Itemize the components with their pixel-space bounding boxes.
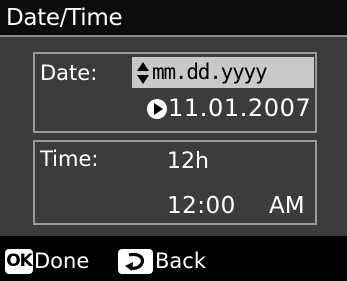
- date-label: Date:: [40, 61, 98, 85]
- ampm-value[interactable]: AM: [269, 193, 305, 219]
- lcd-screen: Date/Time Date: mm.dd.yyyy 11.01.2007 Ti…: [0, 0, 347, 281]
- time-label: Time:: [40, 147, 99, 171]
- done-label: Done: [34, 249, 90, 273]
- back-label: Back: [155, 249, 206, 273]
- date-value[interactable]: 11.01.2007: [168, 93, 311, 123]
- title-bar: Date/Time: [0, 0, 347, 37]
- ok-key-icon[interactable]: OK: [5, 249, 33, 274]
- time-value[interactable]: 12:00: [167, 193, 236, 219]
- play-right-icon: [147, 99, 167, 119]
- up-down-arrow-icon: [137, 62, 149, 84]
- page-title: Date/Time: [6, 5, 123, 31]
- back-return-icon[interactable]: [118, 249, 153, 274]
- time-mode-value[interactable]: 12h: [167, 149, 209, 175]
- date-format-value: mm.dd.yyyy: [152, 60, 268, 84]
